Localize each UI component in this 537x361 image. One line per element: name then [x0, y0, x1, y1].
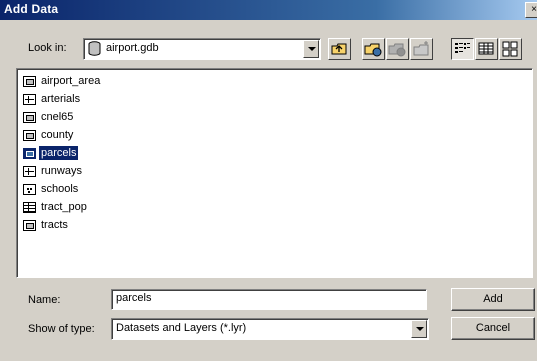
- up-one-level-button[interactable]: [328, 38, 351, 60]
- polygon-feature-class-icon: [23, 219, 36, 231]
- list-item[interactable]: cnel65: [23, 109, 75, 125]
- close-icon: ×: [531, 4, 537, 15]
- thumbnails-view-button[interactable]: [499, 38, 522, 60]
- list-item[interactable]: tracts: [23, 217, 70, 233]
- thumbnails-view-icon: [500, 39, 521, 59]
- list-item[interactable]: schools: [23, 181, 80, 197]
- look-in-label: Look in:: [28, 42, 67, 54]
- show-of-type-label: Show of type:: [28, 323, 95, 335]
- list-item-label: airport_area: [41, 75, 101, 87]
- details-view-icon: [476, 39, 497, 59]
- list-item[interactable]: county: [23, 127, 75, 143]
- dataset-list[interactable]: airport_area arterials cnel65 county par…: [16, 68, 533, 278]
- polygon-feature-class-icon: [23, 147, 36, 159]
- window-title: Add Data: [4, 2, 59, 16]
- list-item-label: parcels: [39, 146, 79, 160]
- polygon-feature-class-icon: [23, 111, 36, 123]
- list-item-label: schools: [41, 183, 79, 195]
- connect-folder-button[interactable]: [362, 38, 385, 60]
- new-folder-button[interactable]: [410, 38, 433, 60]
- details-view-button[interactable]: [475, 38, 498, 60]
- name-field[interactable]: parcels: [111, 289, 427, 310]
- list-item-label: arterials: [41, 93, 81, 105]
- list-item-label: cnel65: [41, 111, 74, 123]
- disconnect-folder-icon: [387, 39, 408, 59]
- list-item-label: tracts: [41, 219, 68, 231]
- list-item[interactable]: airport_area: [23, 73, 102, 89]
- table-icon: [23, 201, 36, 213]
- cancel-button[interactable]: Cancel: [451, 317, 535, 340]
- folder-up-icon: [329, 39, 350, 59]
- chevron-down-icon[interactable]: [411, 320, 427, 338]
- disconnect-folder-button[interactable]: [386, 38, 409, 60]
- close-button[interactable]: ×: [525, 2, 537, 18]
- name-label: Name:: [28, 294, 61, 306]
- list-item[interactable]: arterials: [23, 91, 82, 107]
- list-item-label: tract_pop: [41, 201, 87, 213]
- point-feature-class-icon: [23, 183, 36, 195]
- list-item[interactable]: tract_pop: [23, 199, 89, 215]
- list-view-icon: [452, 39, 473, 59]
- list-view-button[interactable]: [451, 38, 474, 60]
- connect-folder-icon: [363, 39, 384, 59]
- add-button[interactable]: Add: [451, 288, 535, 311]
- name-field-value: parcels: [116, 292, 152, 304]
- line-feature-class-icon: [23, 93, 36, 105]
- line-feature-class-icon: [23, 165, 36, 177]
- show-of-type-dropdown[interactable]: Datasets and Layers (*.lyr): [111, 318, 429, 340]
- chevron-down-icon[interactable]: [303, 40, 319, 58]
- look-in-value: airport.gdb: [106, 42, 159, 54]
- polygon-feature-class-icon: [23, 75, 36, 87]
- title-bar: Add Data ×: [0, 0, 537, 20]
- new-folder-icon: [411, 39, 432, 59]
- list-item[interactable]: runways: [23, 163, 84, 179]
- list-item-selected[interactable]: parcels: [23, 145, 79, 161]
- list-item-label: runways: [41, 165, 82, 177]
- polygon-feature-class-icon: [23, 129, 36, 141]
- list-item-label: county: [41, 129, 74, 141]
- database-icon: [88, 41, 101, 56]
- look-in-dropdown[interactable]: airport.gdb: [83, 38, 321, 60]
- show-of-type-value: Datasets and Layers (*.lyr): [116, 322, 247, 334]
